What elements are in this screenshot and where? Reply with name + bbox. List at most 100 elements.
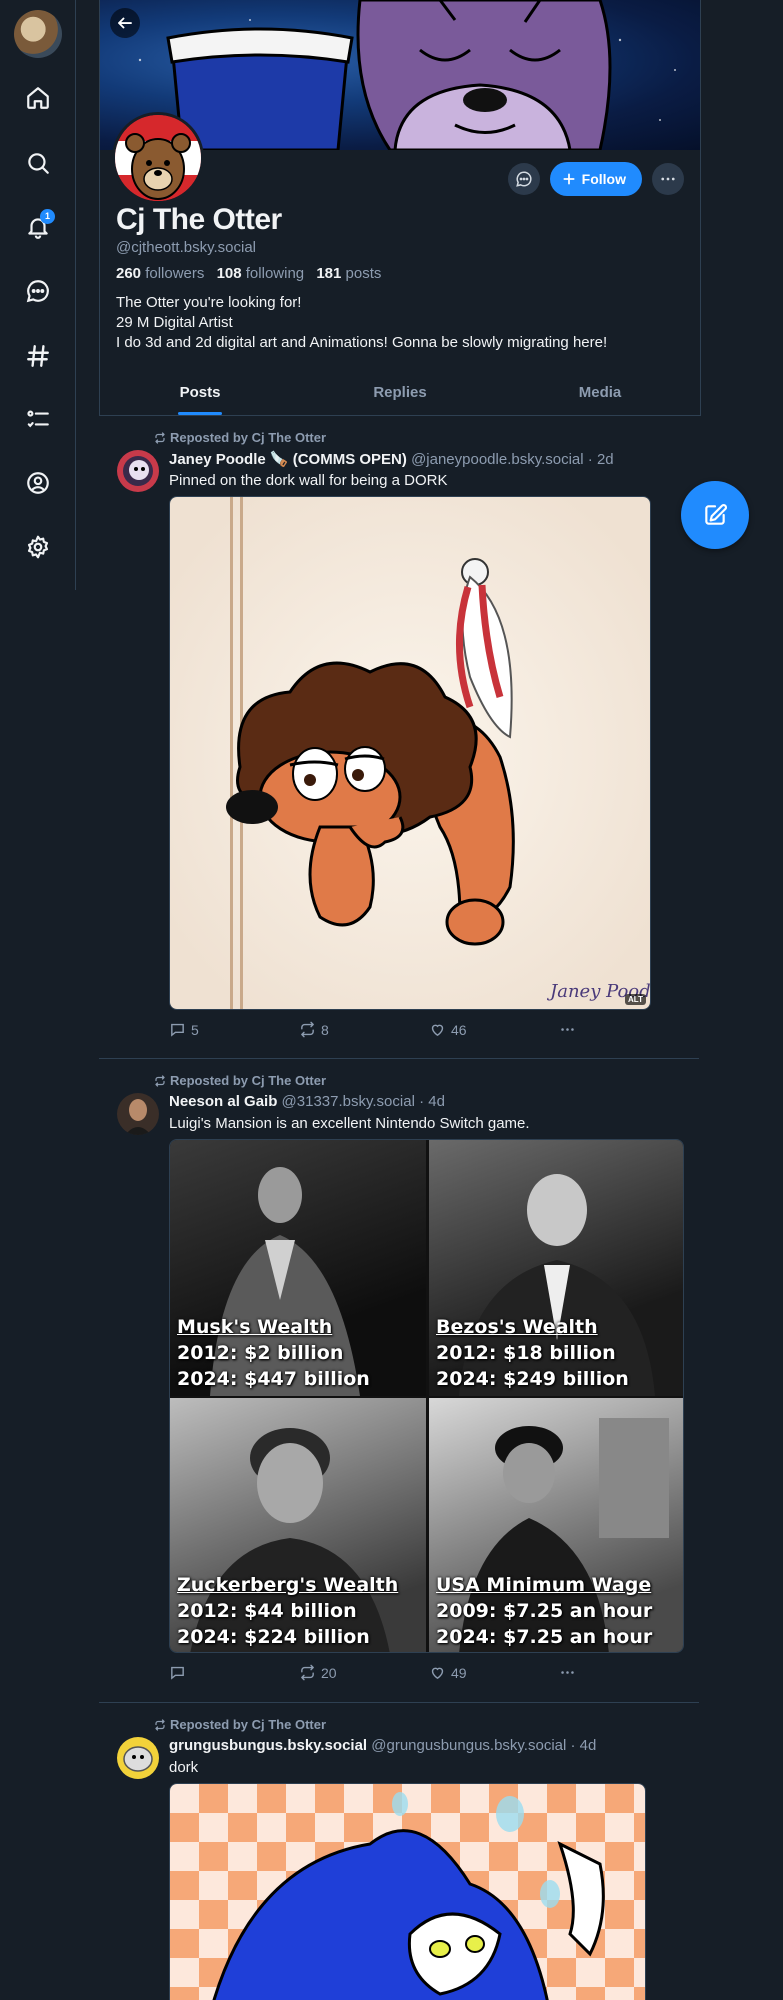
reply-count: 5 — [191, 1021, 199, 1038]
ellipsis-icon — [661, 177, 675, 181]
post-image[interactable] — [169, 1783, 646, 2000]
meme-panel-title: USA Minimum Wage — [436, 1574, 652, 1596]
bio-line: The Otter you're looking for! — [116, 294, 302, 311]
post-time[interactable]: · 2d — [588, 451, 614, 468]
heart-icon — [431, 1667, 444, 1680]
plus-icon — [563, 173, 575, 185]
meme-panel-title: Musk's Wealth — [177, 1316, 333, 1338]
repost-icon — [301, 1664, 314, 1681]
repost-label: Reposted by Cj The Otter — [170, 1717, 327, 1732]
feed-post[interactable]: Reposted by Cj The Otter Janey Poodle 🪚 … — [99, 416, 699, 1059]
repost-label: Reposted by Cj The Otter — [170, 1073, 327, 1088]
feed-post[interactable]: Reposted by Cj The Otter grungusbungus.b… — [99, 1703, 699, 2000]
display-name: Cj The Otter — [116, 203, 282, 236]
reply-button[interactable] — [169, 1664, 299, 1681]
repost-button[interactable]: 20 — [299, 1664, 429, 1681]
meme-panel-line: 2024: $249 billion — [436, 1368, 629, 1390]
post-text: Luigi's Mansion is an excellent Nintendo… — [169, 1115, 530, 1132]
profile-main: Follow Cj The Otter @cjtheott.bsky.socia… — [99, 0, 701, 2000]
meme-panel: Musk's Wealth 2012: $2 billion 2024: $447 … — [170, 1140, 426, 1396]
repost-count: 20 — [321, 1664, 337, 1681]
bio-line: I do 3d and 2d digital art and Animation… — [116, 334, 608, 351]
gear-icon[interactable] — [22, 531, 54, 563]
bell-icon[interactable]: 1 — [22, 209, 55, 243]
post-image-meme[interactable]: Musk's Wealth 2012: $2 billion 2024: $447 … — [169, 1139, 684, 1653]
ellipsis-icon — [561, 1671, 574, 1674]
following-stat[interactable]: 108 following — [217, 265, 305, 282]
profile-stats: 260 followers 108 following 181 posts — [116, 265, 381, 282]
follow-button[interactable]: Follow — [549, 162, 642, 196]
more-options-button[interactable] — [652, 163, 684, 195]
chat-icon[interactable] — [22, 275, 54, 307]
chat-icon — [515, 171, 532, 187]
like-count: 49 — [451, 1664, 467, 1681]
post-image[interactable]: Janey Poodle ALT — [169, 496, 651, 1010]
current-user-avatar[interactable] — [14, 10, 62, 58]
alt-text-badge[interactable]: ALT — [625, 994, 646, 1005]
meme-panel-line: 2012: $18 billion — [436, 1342, 616, 1364]
followers-count: 260 — [116, 265, 142, 282]
meme-panel-title: Bezos's Wealth — [436, 1316, 598, 1338]
author-avatar[interactable] — [117, 1737, 159, 1779]
notification-badge: 1 — [40, 209, 55, 224]
author-name[interactable]: Janey Poodle 🪚 (COMMS OPEN) — [169, 451, 407, 468]
compose-button[interactable] — [681, 481, 749, 549]
repost-indicator: Reposted by Cj The Otter — [154, 430, 326, 445]
author-handle[interactable]: @janeypoodle.bsky.social — [411, 451, 584, 468]
like-button[interactable]: 49 — [429, 1664, 559, 1681]
post-actions: 20 49 — [169, 1664, 689, 1681]
tab-media[interactable]: Media — [500, 366, 700, 415]
repost-button[interactable]: 8 — [299, 1021, 429, 1038]
post-header: Janey Poodle 🪚 (COMMS OPEN) @janeypoodle… — [169, 450, 614, 468]
post-text: dork — [169, 1759, 199, 1776]
profile-icon[interactable] — [22, 467, 54, 499]
back-button[interactable] — [110, 8, 140, 38]
meme-panel-line: 2012: $2 billion — [177, 1342, 344, 1364]
author-avatar[interactable] — [117, 450, 159, 492]
profile-handle: @cjtheott.bsky.social — [116, 239, 257, 256]
left-nav: 1 — [0, 0, 76, 590]
post-header: Neeson al Gaib @31337.bsky.social · 4d — [169, 1093, 445, 1110]
meme-panel-title: Zuckerberg's Wealth — [177, 1574, 399, 1596]
meme-panel-line: 2024: $447 billion — [177, 1368, 370, 1390]
following-count: 108 — [216, 265, 242, 282]
posts-count: 181 — [316, 265, 342, 282]
meme-panel: Bezos's Wealth 2012: $18 billion 2024: $24… — [429, 1140, 683, 1396]
followers-stat[interactable]: 260 followers — [116, 265, 204, 282]
post-header: grungusbungus.bsky.social @grungusbungus… — [169, 1737, 596, 1754]
tab-replies[interactable]: Replies — [300, 366, 500, 415]
arrow-left-icon — [118, 17, 132, 29]
home-icon[interactable] — [22, 82, 54, 114]
heart-icon — [431, 1024, 444, 1037]
profile-actions: Follow — [507, 162, 684, 196]
author-name[interactable]: grungusbungus.bsky.social — [169, 1737, 367, 1754]
hashtag-icon[interactable] — [22, 340, 54, 372]
author-name[interactable]: Neeson al Gaib — [169, 1093, 277, 1110]
ellipsis-icon — [561, 1028, 574, 1031]
tab-posts[interactable]: Posts — [100, 366, 300, 415]
search-icon[interactable] — [22, 147, 54, 179]
like-button[interactable]: 46 — [429, 1021, 559, 1038]
posts-stat: 181 posts — [316, 265, 381, 282]
followers-label: followers — [145, 265, 205, 282]
like-count: 46 — [451, 1021, 467, 1038]
author-handle[interactable]: @grungusbungus.bsky.social — [371, 1737, 566, 1754]
message-button[interactable] — [507, 163, 540, 195]
post-more-button[interactable] — [559, 1021, 689, 1038]
repost-icon — [155, 1718, 165, 1731]
reply-icon — [171, 1023, 184, 1037]
author-handle[interactable]: @31337.bsky.social — [282, 1093, 415, 1110]
author-avatar[interactable] — [117, 1093, 159, 1135]
profile-tabs: Posts Replies Media — [100, 366, 700, 416]
meme-panel-line: 2009: $7.25 an hour — [436, 1600, 653, 1622]
post-text: Pinned on the dork wall for being a DORK — [169, 472, 448, 489]
list-icon[interactable] — [22, 403, 54, 435]
post-more-button[interactable] — [559, 1664, 689, 1681]
repost-indicator: Reposted by Cj The Otter — [154, 1717, 326, 1732]
feed-post[interactable]: Reposted by Cj The Otter Neeson al Gaib … — [99, 1059, 699, 1703]
post-time[interactable]: · 4d — [571, 1737, 597, 1754]
reply-button[interactable]: 5 — [169, 1021, 299, 1038]
post-time[interactable]: · 4d — [419, 1093, 445, 1110]
bio-line: 29 M Digital Artist — [116, 314, 233, 331]
profile-avatar[interactable] — [112, 112, 204, 204]
